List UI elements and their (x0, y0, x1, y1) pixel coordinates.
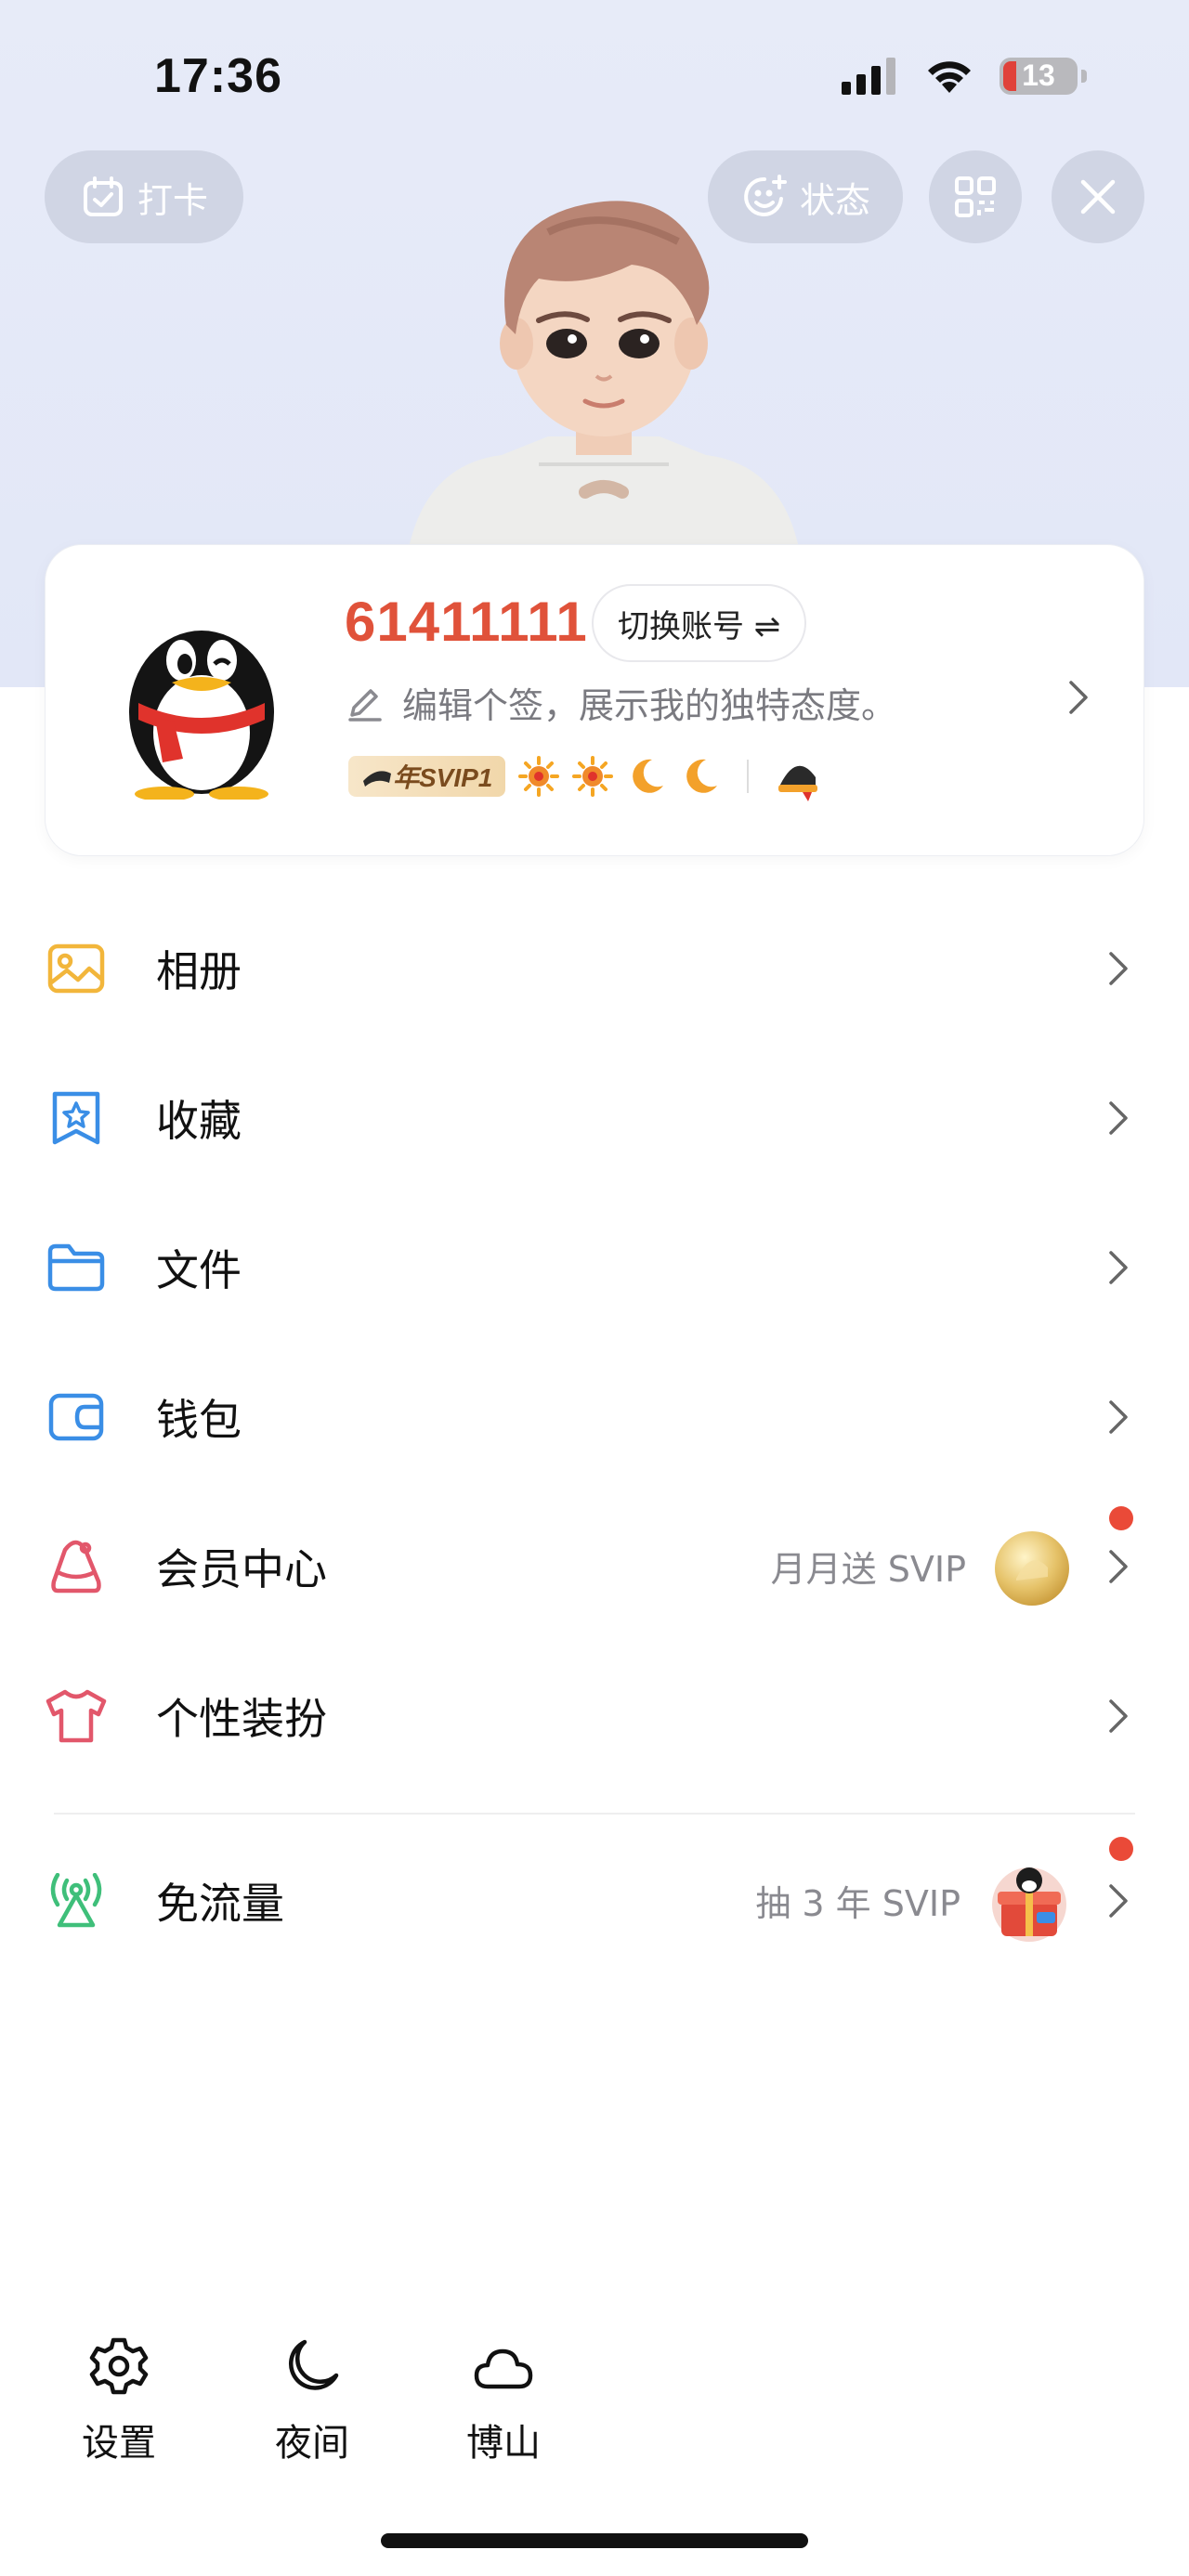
menu-item-album[interactable]: 相册 (0, 893, 1189, 1043)
favorites-icon (45, 1086, 108, 1150)
free-data-promo-hint: 抽 3 年 SVIP (755, 1883, 960, 1924)
status-time: 17:36 (154, 49, 282, 103)
chevron-right-icon (1109, 951, 1128, 985)
profile-card[interactable]: 61411111 切换账号 ⇌ 编辑个签，展示我的独特态度。 年SVIP1 (45, 544, 1144, 856)
svip-badge-label: 年SVIP1 (393, 763, 493, 792)
menu-item-label: 个性装扮 (156, 1693, 327, 1744)
svip-hat-icon (363, 771, 391, 787)
pencil-icon (348, 688, 382, 722)
gift-box-icon (992, 1867, 1066, 1942)
battery-level: 13 (1022, 59, 1055, 92)
settings-button[interactable]: 设置 (63, 2336, 175, 2466)
sun-level-icon (518, 756, 560, 797)
bottom-toolbar: 设置 夜间 博山 (0, 2336, 1189, 2476)
menu-list: 相册 收藏 文件 钱包 会员中心 月月送 SVIP 个性装扮 免流量 抽 3 年… (0, 893, 1189, 1975)
svip-badge[interactable]: 年SVIP1 (348, 756, 506, 797)
moon-icon (288, 2339, 339, 2390)
menu-item-label: 会员中心 (156, 1543, 327, 1594)
vip-promo[interactable]: 月月送 SVIP (771, 1525, 1074, 1608)
3d-avatar-figure[interactable] (399, 186, 808, 548)
antenna-icon (45, 1869, 108, 1932)
qq-number: 61411111 (345, 591, 588, 653)
switch-account-label: 切换账号 ⇌ (618, 607, 781, 645)
weather-button[interactable]: 博山 (448, 2336, 559, 2466)
cellular-signal-icon (842, 58, 895, 95)
chevron-right-icon (1109, 1399, 1128, 1434)
cloud-icon (474, 2348, 533, 2389)
vip-icon (45, 1535, 108, 1598)
menu-item-free-data[interactable]: 免流量 抽 3 年 SVIP (0, 1826, 1189, 1975)
menu-item-label: 文件 (156, 1244, 242, 1295)
wifi-icon (928, 61, 971, 93)
checkin-label: 打卡 (137, 179, 208, 221)
badge-separator (747, 760, 750, 793)
checkin-button[interactable]: 打卡 (45, 150, 243, 243)
menu-item-label: 钱包 (156, 1394, 242, 1445)
close-button[interactable] (1052, 150, 1144, 243)
signature-row[interactable]: 编辑个签，展示我的独特态度。 (345, 677, 896, 728)
switch-account-button[interactable]: 切换账号 ⇌ (592, 584, 807, 662)
free-data-promo[interactable]: 抽 3 年 SVIP (755, 1856, 1074, 1945)
wallet-icon (45, 1386, 108, 1449)
chevron-right-icon (1109, 1883, 1128, 1918)
weather-location-label: 博山 (466, 2422, 541, 2465)
chevron-right-icon (1109, 1549, 1128, 1583)
chevron-right-icon (1109, 1100, 1128, 1135)
menu-item-files[interactable]: 文件 (0, 1192, 1189, 1342)
sun-level-icon (572, 756, 614, 797)
menu-item-wallet[interactable]: 钱包 (0, 1342, 1189, 1491)
gear-icon (89, 2337, 149, 2395)
qq-penguin-avatar[interactable] (118, 603, 285, 800)
notification-dot (1109, 1837, 1133, 1861)
status-icons: 13 (842, 58, 1087, 95)
hat-medal-icon (778, 765, 818, 801)
folder-icon (45, 1236, 108, 1299)
qr-code-icon (955, 176, 996, 217)
badges-row[interactable]: 年SVIP1 (348, 751, 821, 801)
night-mode-button[interactable]: 夜间 (256, 2336, 368, 2466)
chevron-right-icon (1069, 681, 1088, 714)
menu-item-label: 相册 (156, 945, 242, 996)
status-label: 状态 (799, 179, 870, 221)
menu-item-label: 收藏 (156, 1095, 242, 1146)
menu-item-favorites[interactable]: 收藏 (0, 1043, 1189, 1192)
moon-level-icon (633, 759, 664, 793)
settings-label: 设置 (82, 2422, 156, 2465)
menu-item-vip-center[interactable]: 会员中心 月月送 SVIP (0, 1491, 1189, 1641)
close-icon (1080, 179, 1116, 215)
calendar-check-icon (83, 176, 123, 216)
menu-divider (54, 1813, 1135, 1815)
vip-promo-hint: 月月送 SVIP (770, 1549, 966, 1590)
tshirt-icon (45, 1685, 108, 1748)
menu-item-personalization[interactable]: 个性装扮 (0, 1641, 1189, 1790)
home-indicator (381, 2533, 808, 2548)
chevron-right-icon (1109, 1250, 1128, 1284)
signature-placeholder: 编辑个签，展示我的独特态度。 (402, 685, 897, 726)
notification-dot (1109, 1506, 1133, 1530)
menu-item-label: 免流量 (156, 1878, 284, 1929)
qr-code-button[interactable] (929, 150, 1022, 243)
night-mode-label: 夜间 (275, 2422, 349, 2465)
chevron-right-icon (1109, 1698, 1128, 1733)
moon-level-icon (686, 759, 718, 793)
photo-album-icon (45, 937, 108, 1000)
battery-indicator: 13 (1000, 58, 1087, 95)
gold-coin-icon (995, 1530, 1069, 1606)
